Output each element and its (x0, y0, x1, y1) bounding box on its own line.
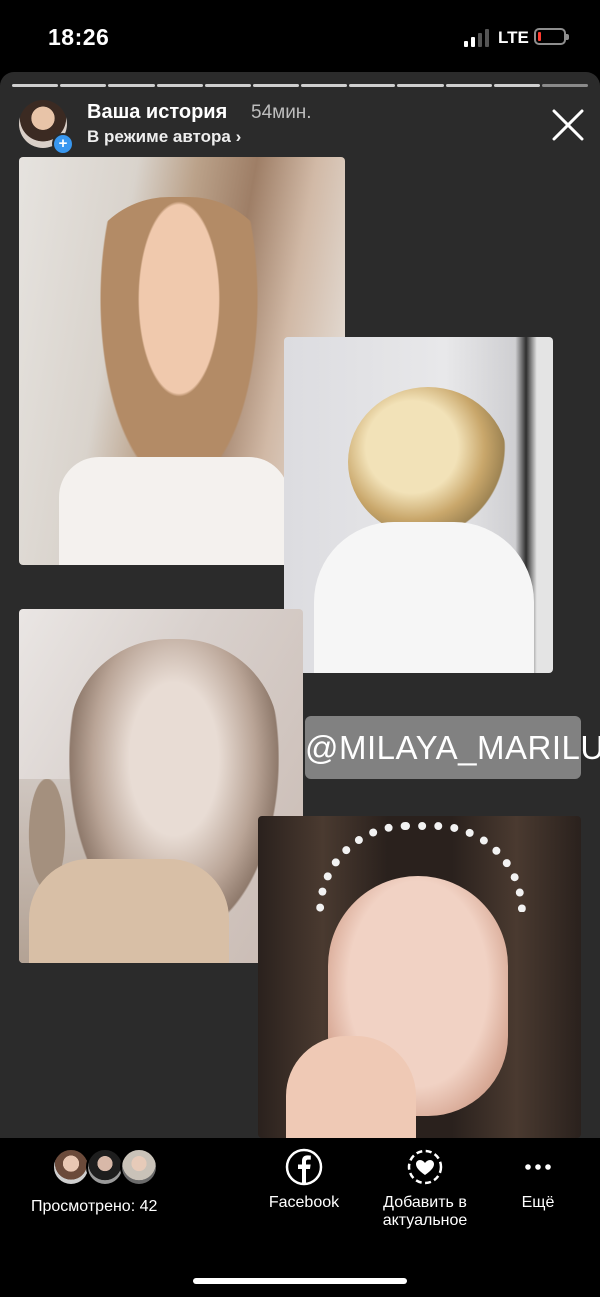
story-progress-segment (252, 84, 300, 87)
facebook-icon (285, 1148, 323, 1186)
add-story-icon[interactable]: + (52, 133, 74, 155)
add-to-highlights-button[interactable]: Добавить в актуальное (370, 1148, 480, 1230)
story-progress-segment (349, 84, 396, 87)
battery-icon (534, 28, 569, 45)
viewer-avatar (86, 1148, 124, 1186)
story-progress-segment (156, 84, 203, 87)
story-progress-segment (12, 84, 59, 87)
facebook-share-button[interactable]: Facebook (264, 1148, 344, 1212)
photo-makeup-portrait (258, 816, 581, 1138)
story-progress-segment (397, 84, 444, 87)
story-actions-bar: Просмотрено: 42 Facebook Добавить в акту… (0, 1138, 600, 1297)
highlight-label-1: Добавить в (383, 1194, 467, 1211)
status-time: 18:26 (48, 24, 110, 50)
author-mode-link[interactable]: В режиме автора › (87, 127, 241, 147)
facebook-label: Facebook (268, 1194, 340, 1211)
more-button[interactable]: Ещё (513, 1148, 563, 1212)
story-progress-segment (108, 84, 155, 87)
story-progress-segment (445, 84, 492, 87)
signal-icon (464, 29, 494, 47)
story-progress-segment (541, 84, 589, 87)
highlight-heart-icon (407, 1149, 443, 1185)
story-title: Ваша история (87, 101, 228, 123)
home-indicator[interactable] (193, 1278, 407, 1284)
story-progress-segment (301, 84, 348, 87)
close-icon[interactable] (550, 107, 586, 143)
story-progress-segment (204, 84, 251, 87)
viewer-avatar (52, 1148, 90, 1186)
highlight-label-2: актуальное (382, 1212, 468, 1229)
story-progress-bar (12, 84, 589, 88)
viewer-avatar (120, 1148, 158, 1186)
photo-curly-bob (284, 337, 553, 673)
story-progress-segment (60, 84, 107, 87)
mention-sticker[interactable]: @MILAYA_MARILU (305, 716, 600, 779)
network-type: LTE (498, 28, 529, 47)
story-time-ago: 54мин. (251, 102, 312, 123)
battery-level (538, 32, 541, 41)
viewers-avatars[interactable] (52, 1148, 162, 1188)
viewers-count[interactable]: Просмотрено: 42 (31, 1198, 157, 1216)
status-bar: 18:26 LTE (0, 0, 600, 72)
story-viewer[interactable]: + Ваша история 54мин. В режиме автора › … (0, 72, 600, 1138)
more-dots-icon (525, 1164, 551, 1170)
more-label: Ещё (521, 1194, 555, 1211)
story-progress-segment (493, 84, 540, 87)
